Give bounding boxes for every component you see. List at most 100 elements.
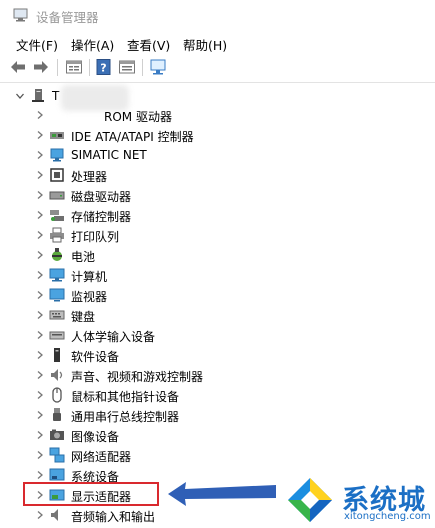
update-driver-icon[interactable]	[118, 58, 136, 76]
root-label: T	[52, 89, 60, 103]
tree-item[interactable]: 存储控制器	[0, 205, 400, 225]
tree-item[interactable]: 音频输入和输出	[0, 505, 400, 525]
computer-icon	[49, 268, 65, 282]
processor-icon	[50, 168, 64, 182]
chevron-right-icon[interactable]	[34, 189, 46, 201]
speaker-icon	[51, 369, 63, 381]
menu-bar: 文件(F) 操作(A) 查看(V) 帮助(H)	[0, 31, 435, 53]
network-icon	[50, 148, 64, 162]
tree-item[interactable]: 鼠标和其他指针设备	[0, 385, 400, 405]
chevron-right-icon[interactable]	[34, 329, 46, 341]
chevron-right-icon[interactable]	[34, 429, 46, 441]
chevron-right-icon[interactable]	[34, 289, 46, 301]
tree-item-label: 计算机	[71, 270, 108, 284]
tree-item[interactable]: 处理器	[0, 165, 400, 185]
network-adapter-icon	[49, 447, 65, 463]
tree-item-label: 打印队列	[71, 230, 120, 244]
tree-item-label: 键盘	[71, 310, 96, 324]
disk-drive-icon	[49, 191, 65, 200]
chevron-right-icon[interactable]	[34, 369, 46, 381]
chevron-right-icon[interactable]	[34, 269, 46, 281]
tree-item[interactable]: 键盘	[0, 305, 400, 325]
window-title: 设备管理器	[36, 10, 99, 25]
software-device-icon	[54, 348, 60, 362]
device-tree: T ROM 驱动器 IDE ATA/ATAPI 控制器 SIMATIC NET …	[0, 83, 435, 528]
tree-item[interactable]: 监视器	[0, 285, 400, 305]
computer-icon	[32, 89, 44, 102]
tree-item[interactable]: 电池	[0, 245, 400, 265]
mouse-icon	[52, 387, 62, 403]
svg-text:?: ?	[100, 62, 106, 75]
chevron-right-icon[interactable]	[34, 449, 46, 461]
properties-icon[interactable]	[65, 58, 83, 76]
menu-help[interactable]: 帮助(H)	[183, 35, 227, 54]
menu-file[interactable]: 文件(F)	[16, 35, 58, 54]
tree-item[interactable]: 磁盘驱动器	[0, 185, 400, 205]
tree-item-label: 监视器	[71, 290, 108, 304]
usb-icon	[53, 408, 61, 421]
tree-item[interactable]: SIMATIC NET	[0, 145, 400, 165]
tree-item-label: IDE ATA/ATAPI 控制器	[71, 130, 194, 144]
audio-io-icon	[51, 509, 58, 521]
watermark-url: xitongcheng.com	[344, 511, 431, 522]
tree-item[interactable]: 图像设备	[0, 425, 400, 445]
tree-item-label: 图像设备	[71, 430, 120, 444]
tree-item-label: 人体学输入设备	[71, 330, 156, 344]
chevron-right-icon[interactable]	[34, 209, 46, 221]
chevron-down-icon[interactable]	[14, 90, 26, 102]
scan-hardware-icon[interactable]	[149, 58, 167, 76]
tree-item[interactable]: IDE ATA/ATAPI 控制器	[0, 125, 400, 145]
system-device-icon	[49, 468, 65, 481]
chevron-right-icon[interactable]	[34, 509, 46, 521]
chevron-right-icon[interactable]	[34, 389, 46, 401]
chevron-right-icon[interactable]	[34, 229, 46, 241]
chevron-right-icon[interactable]	[34, 249, 46, 261]
watermark-logo-icon	[288, 478, 332, 522]
toolbar-separator	[57, 59, 58, 76]
tree-item[interactable]: 计算机	[0, 265, 400, 285]
help-icon[interactable]: ?	[95, 58, 113, 76]
menu-action[interactable]: 操作(A)	[71, 35, 114, 54]
printer-icon	[50, 227, 64, 243]
ide-controller-icon	[50, 132, 64, 139]
tree-item-label: 软件设备	[71, 350, 120, 364]
chevron-right-icon[interactable]	[34, 149, 46, 161]
tree-item[interactable]: ROM 驱动器	[0, 105, 400, 125]
tree-item-label: 处理器	[71, 170, 108, 184]
keyboard-icon	[49, 310, 65, 320]
tree-item-label: ROM 驱动器	[104, 110, 172, 124]
menu-view[interactable]: 查看(V)	[127, 35, 170, 54]
tree-item-label: 音频输入和输出	[71, 510, 156, 524]
highlight-box	[23, 482, 159, 506]
tree-item[interactable]: 通用串行总线控制器	[0, 405, 400, 425]
chevron-right-icon[interactable]	[34, 309, 46, 321]
tree-item-label: 声音、视频和游戏控制器	[71, 370, 204, 384]
chevron-right-icon[interactable]	[34, 129, 46, 141]
toolbar-separator	[89, 59, 90, 76]
tree-item-label: 网络适配器	[71, 450, 132, 464]
tree-item-label: SIMATIC NET	[71, 148, 147, 162]
storage-controller-icon	[50, 210, 64, 221]
title-bar: 设备管理器	[0, 0, 435, 31]
monitor-icon	[49, 288, 65, 302]
tree-item[interactable]: 声音、视频和游戏控制器	[0, 365, 400, 385]
tree-item[interactable]: 网络适配器	[0, 445, 400, 465]
tree-item[interactable]: 人体学输入设备	[0, 325, 400, 345]
forward-arrow-icon[interactable]	[32, 58, 50, 76]
back-arrow-icon[interactable]	[9, 58, 27, 76]
tree-item-label: 鼠标和其他指针设备	[71, 390, 180, 404]
chevron-right-icon[interactable]	[34, 169, 46, 181]
tree-item[interactable]: 软件设备	[0, 345, 400, 365]
chevron-right-icon[interactable]	[34, 349, 46, 361]
battery-icon	[52, 248, 62, 261]
chevron-right-icon[interactable]	[34, 109, 46, 121]
tree-root[interactable]: T	[0, 86, 400, 106]
device-manager-icon	[13, 8, 28, 22]
camera-icon	[50, 429, 64, 440]
tree-item[interactable]: 打印队列	[0, 225, 400, 245]
chevron-right-icon[interactable]	[34, 409, 46, 421]
tree-item-label: 电池	[71, 250, 96, 264]
toolbar: ?	[0, 53, 435, 83]
chevron-right-icon[interactable]	[34, 469, 46, 481]
tree-item-label: 磁盘驱动器	[71, 190, 132, 204]
